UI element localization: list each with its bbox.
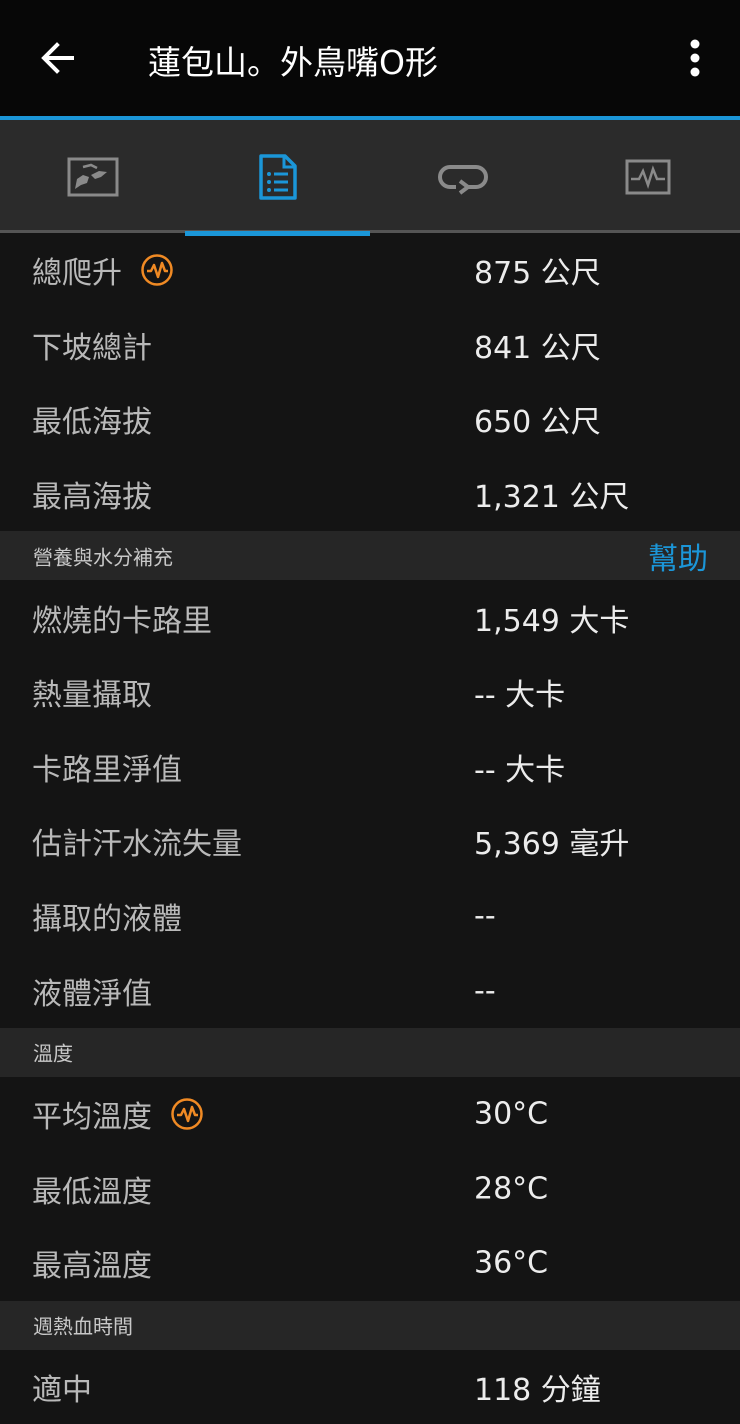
activity-pulse-icon [141, 254, 173, 287]
calories-consumed-value: -- 大卡 [474, 678, 566, 714]
max-temperature-label: 最高溫度 [32, 1249, 152, 1285]
sweat-loss-value: 5,369 毫升 [474, 827, 630, 863]
more-options-button[interactable] [672, 30, 718, 86]
tab-laps[interactable] [370, 120, 555, 233]
list-row-calories-consumed: 熱量攝取 -- 大卡 [0, 655, 740, 730]
max-elevation-value: 1,321 公尺 [474, 480, 630, 516]
arrow-left-icon [41, 42, 74, 74]
moderate-value: 118 分鐘 [474, 1373, 601, 1409]
section-header-temperature: 溫度 [0, 1027, 740, 1077]
list-row-sweat-loss: 估計汗水流失量 5,369 毫升 [0, 804, 740, 879]
max-temperature-value: 36°C [474, 1245, 549, 1281]
list-row-min-temperature: 最低溫度 28°C [0, 1152, 740, 1227]
tab-bar [0, 120, 740, 236]
section-header-nutrition: 營養與水分補充 幫助 [0, 531, 740, 581]
avg-temperature-label: 平均溫度 [32, 1100, 152, 1136]
tab-map[interactable] [0, 120, 185, 233]
max-elevation-label: 最高海拔 [32, 480, 152, 516]
sweat-loss-label: 估計汗水流失量 [32, 827, 242, 863]
row-label: 平均溫度 [32, 1092, 204, 1136]
total-descent-label: 下坡總計 [32, 330, 152, 366]
list-row-max-elevation: 最高海拔 1,321 公尺 [0, 457, 740, 532]
tab-details[interactable] [185, 120, 370, 236]
net-fluid-value: -- [474, 973, 496, 1009]
list-row-max-temperature: 最高溫度 36°C [0, 1226, 740, 1301]
list-row-moderate: 適中 118 分鐘 [0, 1350, 740, 1424]
calories-consumed-label: 熱量攝取 [32, 678, 152, 714]
list-row-avg-temperature: 平均溫度 30°C [0, 1077, 740, 1152]
fluid-intake-value: -- [474, 898, 496, 934]
temperature-section-title: 溫度 [33, 1041, 73, 1066]
nutrition-section-title: 營養與水分補充 [33, 545, 173, 570]
list-row-net-fluid: 液體淨值 -- [0, 953, 740, 1028]
page-title: 蓮包山。外鳥嘴O形 [148, 43, 438, 82]
total-descent-value: 841 公尺 [474, 330, 601, 366]
back-button[interactable] [30, 30, 86, 86]
min-temperature-label: 最低溫度 [32, 1174, 152, 1210]
min-elevation-value: 650 公尺 [474, 405, 601, 441]
avg-temperature-value: 30°C [474, 1096, 549, 1132]
app-bar: 蓮包山。外鳥嘴O形 [0, 0, 740, 116]
net-calories-value: -- 大卡 [474, 752, 566, 788]
list-row-net-calories: 卡路里淨值 -- 大卡 [0, 730, 740, 805]
activity-pulse-icon [171, 1098, 203, 1130]
calories-burned-label: 燃燒的卡路里 [32, 603, 212, 639]
net-fluid-label: 液體淨值 [32, 976, 152, 1012]
total-ascent-label: 總爬升 [32, 256, 122, 292]
calories-burned-value: 1,549 大卡 [474, 603, 630, 639]
list-row-min-elevation: 最低海拔 650 公尺 [0, 382, 740, 457]
more-vert-icon [690, 39, 700, 77]
document-list-icon [258, 153, 297, 200]
map-icon [67, 157, 118, 196]
list-row-calories-burned: 燃燒的卡路里 1,549 大卡 [0, 580, 740, 655]
laps-repeat-icon [437, 164, 488, 195]
min-elevation-label: 最低海拔 [32, 405, 152, 441]
net-calories-label: 卡路里淨值 [32, 752, 182, 788]
chart-pulse-icon [625, 159, 670, 194]
details-list: 總爬升 875 公尺 下坡總計 841 公尺 最低海拔 650 公尺 最高海拔 … [0, 233, 740, 1424]
fluid-intake-label: 攝取的液體 [32, 902, 182, 938]
section-header-intensity-minutes: 週熱血時間 [0, 1300, 740, 1350]
list-row-total-descent: 下坡總計 841 公尺 [0, 308, 740, 383]
intensity-section-title: 週熱血時間 [33, 1314, 133, 1339]
tab-charts[interactable] [555, 120, 740, 233]
list-row-total-ascent: 總爬升 875 公尺 [0, 233, 740, 308]
moderate-label: 適中 [32, 1373, 92, 1409]
total-ascent-value: 875 公尺 [474, 256, 601, 292]
row-label: 總爬升 [32, 248, 174, 292]
help-link[interactable]: 幫助 [648, 534, 708, 578]
min-temperature-value: 28°C [474, 1171, 549, 1207]
list-row-fluid-intake: 攝取的液體 -- [0, 879, 740, 954]
